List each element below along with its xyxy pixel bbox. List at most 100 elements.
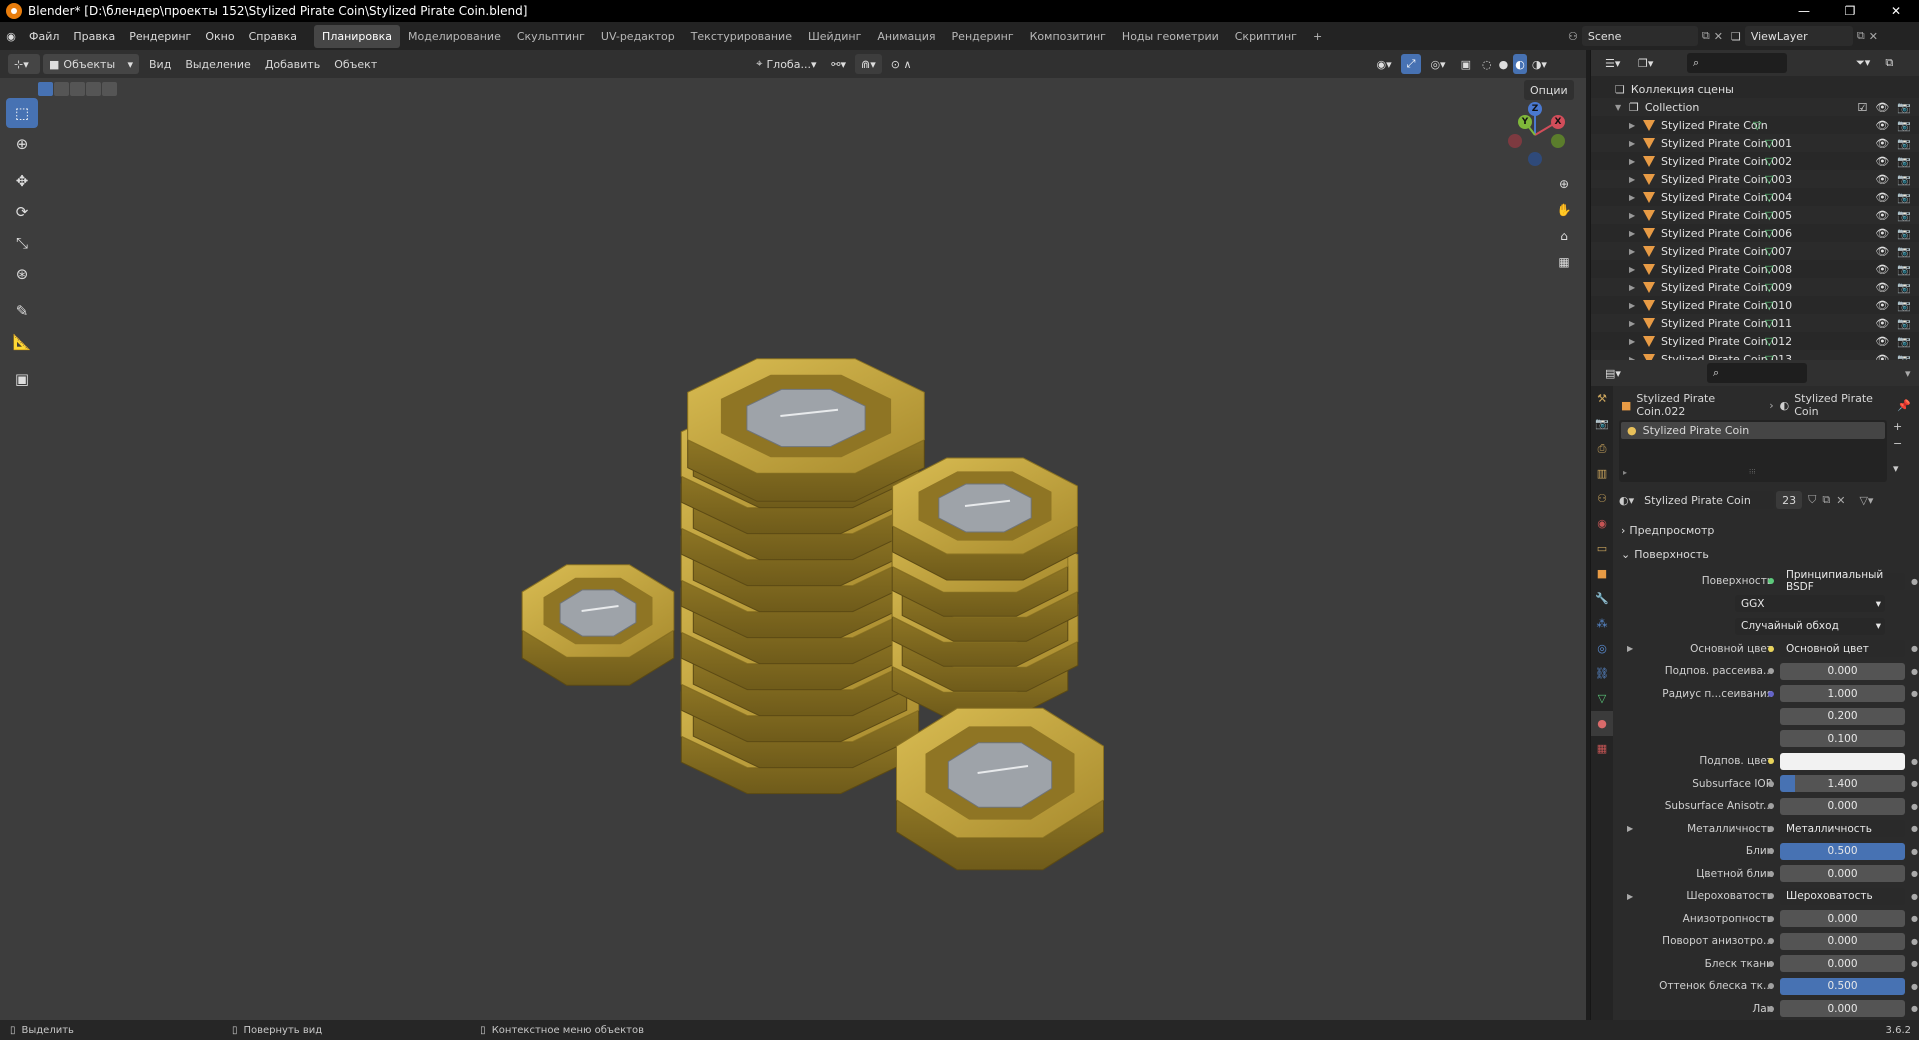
unlink-material-icon[interactable]: ✕: [1836, 494, 1845, 507]
shading-rendered-button[interactable]: ◑▾: [1530, 54, 1549, 74]
collection-row[interactable]: ▼ ❐ Collection ☑ 👁 📷: [1591, 98, 1919, 116]
keyframe-dot-icon[interactable]: ●: [1911, 644, 1918, 653]
pivot-point-button[interactable]: ⚯▾: [825, 54, 852, 74]
outliner-search-input[interactable]: ⌕: [1687, 53, 1787, 73]
expand-triangle-icon[interactable]: ▶: [1629, 139, 1637, 148]
gizmo-x-axis[interactable]: X: [1551, 115, 1565, 129]
number-field[interactable]: 0.000: [1780, 797, 1905, 815]
blender-menu-icon[interactable]: ◉: [0, 30, 22, 43]
tab-data[interactable]: ▽: [1591, 686, 1613, 711]
expand-triangle-icon[interactable]: ▶: [1629, 193, 1637, 202]
slider-field[interactable]: 0.500: [1780, 842, 1905, 860]
mesh-data-icon[interactable]: ▽: [1765, 191, 1773, 204]
expand-triangle-icon[interactable]: ▶: [1627, 644, 1633, 653]
pin-icon[interactable]: 📌: [1897, 399, 1911, 412]
camera-icon[interactable]: 📷: [1897, 263, 1911, 276]
expand-triangle-icon[interactable]: ▶: [1629, 301, 1637, 310]
keyframe-dot-icon[interactable]: ●: [1911, 869, 1918, 878]
proportional-edit-button[interactable]: ⊙ ∧: [885, 54, 918, 74]
scene-icon[interactable]: ⚇: [1568, 30, 1578, 43]
shading-wireframe-button[interactable]: ◌: [1480, 54, 1494, 74]
socket-dot-icon[interactable]: [1768, 983, 1774, 989]
number-field[interactable]: 1.000: [1780, 685, 1905, 702]
restore-icon[interactable]: ❐: [1827, 0, 1873, 22]
gizmo-neg-y-axis[interactable]: [1551, 134, 1565, 148]
coin-mesh[interactable]: [892, 457, 1078, 581]
keyframe-dot-icon[interactable]: ●: [1911, 577, 1918, 586]
tab-compositing[interactable]: Композитинг: [1022, 25, 1114, 48]
number-field[interactable]: 0.000: [1780, 932, 1905, 950]
outliner-object-row[interactable]: ▶ Stylized Pirate Coin ▽ 👁 📷: [1591, 116, 1919, 134]
panel-preview[interactable]: › Предпросмотр: [1621, 524, 1714, 537]
mesh-data-icon[interactable]: ▽: [1765, 173, 1773, 186]
navigation-gizmo[interactable]: Z X Y: [1500, 100, 1570, 170]
number-field[interactable]: 0.000: [1780, 955, 1905, 972]
outliner-object-row[interactable]: ▶ Stylized Pirate Coin.003 ▽ 👁 📷: [1591, 170, 1919, 188]
gizmo-toggle-button[interactable]: ⤢: [1400, 54, 1422, 74]
mesh-data-icon[interactable]: ▽: [1765, 263, 1773, 276]
camera-icon[interactable]: 📷: [1897, 191, 1911, 204]
color-swatch[interactable]: [1780, 752, 1905, 770]
new-scene-icon[interactable]: ⧉: [1702, 29, 1710, 43]
tab-output[interactable]: ⎙: [1591, 436, 1613, 461]
tab-physics[interactable]: ◎: [1591, 636, 1613, 661]
camera-icon[interactable]: 📷: [1897, 245, 1911, 258]
shading-material-button[interactable]: ◐: [1513, 54, 1527, 74]
tab-collection[interactable]: ▭: [1591, 536, 1613, 561]
mesh-data-icon[interactable]: ▽: [1765, 299, 1773, 312]
outliner-object-row[interactable]: ▶ Stylized Pirate Coin.007 ▽ 👁 📷: [1591, 242, 1919, 260]
expand-triangle-icon[interactable]: ▶: [1629, 247, 1637, 256]
tab-modifiers[interactable]: 🔧: [1591, 586, 1613, 611]
transform-tool[interactable]: ⊛: [6, 259, 38, 289]
socket-dot-icon[interactable]: [1768, 803, 1774, 809]
user-count-badge[interactable]: 23: [1776, 491, 1803, 509]
xray-button[interactable]: ▣: [1455, 54, 1477, 74]
number-field[interactable]: 0.000: [1780, 1000, 1905, 1017]
list-expand-icon[interactable]: ▸: [1623, 468, 1627, 477]
keyframe-dot-icon[interactable]: ●: [1911, 892, 1918, 901]
camera-icon[interactable]: 📷: [1897, 173, 1911, 186]
outliner-object-row[interactable]: ▶ Stylized Pirate Coin.004 ▽ 👁 📷: [1591, 188, 1919, 206]
mesh-data-icon[interactable]: ▽: [1765, 245, 1773, 258]
socket-dot-icon[interactable]: [1768, 1005, 1774, 1012]
gizmo-z-axis[interactable]: Z: [1528, 102, 1542, 116]
socket-dot-icon[interactable]: [1768, 938, 1774, 944]
select-box-tool[interactable]: ⬚: [6, 98, 38, 128]
mesh-data-icon[interactable]: ▽: [1765, 227, 1773, 240]
outliner-object-row[interactable]: ▶ Stylized Pirate Coin.002 ▽ 👁 📷: [1591, 152, 1919, 170]
keyframe-dot-icon[interactable]: ●: [1911, 689, 1918, 698]
rotate-tool[interactable]: ⟳: [6, 197, 38, 227]
tab-layout[interactable]: Планировка: [314, 24, 401, 48]
eye-icon[interactable]: 👁: [1875, 173, 1889, 186]
socket-dot-icon[interactable]: [1768, 578, 1774, 584]
tab-particles[interactable]: ⁂: [1591, 611, 1613, 636]
eye-icon[interactable]: 👁: [1875, 101, 1889, 114]
list-resize-grip-icon[interactable]: ⁝⁝⁝: [1749, 468, 1756, 476]
coin-mesh[interactable]: [896, 707, 1104, 871]
material-options-icon[interactable]: ▽▾: [1859, 494, 1873, 507]
camera-icon[interactable]: 📷: [1897, 281, 1911, 294]
viewlayer-field[interactable]: ViewLayer: [1744, 26, 1853, 46]
expand-triangle-icon[interactable]: ▼: [1615, 103, 1623, 112]
keyframe-dot-icon[interactable]: ●: [1911, 1004, 1918, 1013]
mesh-data-icon[interactable]: ▽: [1765, 335, 1773, 348]
scene-collection-row[interactable]: ❏ Коллекция сцены: [1591, 80, 1919, 98]
cursor-tool[interactable]: ⊕: [6, 129, 38, 159]
transform-orientation-dropdown[interactable]: ⌖ Глоба... ▾: [750, 54, 822, 74]
outliner-object-row[interactable]: ▶ Stylized Pirate Coin.012 ▽ 👁 📷: [1591, 332, 1919, 350]
gizmo-neg-z-axis[interactable]: [1528, 152, 1542, 166]
checkbox-icon[interactable]: ☑: [1857, 101, 1867, 114]
outliner-editor-type-button[interactable]: ☰▾: [1599, 53, 1629, 73]
tab-constraints[interactable]: ⛓: [1591, 661, 1613, 686]
tab-material[interactable]: ●: [1591, 711, 1613, 736]
expand-triangle-icon[interactable]: ▶: [1629, 157, 1637, 166]
menu-view[interactable]: Вид: [142, 58, 178, 71]
socket-dot-icon[interactable]: [1768, 848, 1774, 854]
dropdown-select[interactable]: Случайный обход ▾: [1735, 617, 1885, 635]
chevron-down-icon[interactable]: ▾: [1905, 367, 1911, 380]
camera-icon[interactable]: 📷: [1897, 137, 1911, 150]
eye-icon[interactable]: 👁: [1875, 137, 1889, 150]
outliner-object-row[interactable]: ▶ Stylized Pirate Coin.008 ▽ 👁 📷: [1591, 260, 1919, 278]
eye-icon[interactable]: 👁: [1875, 317, 1889, 330]
close-icon[interactable]: ✕: [1873, 0, 1919, 22]
